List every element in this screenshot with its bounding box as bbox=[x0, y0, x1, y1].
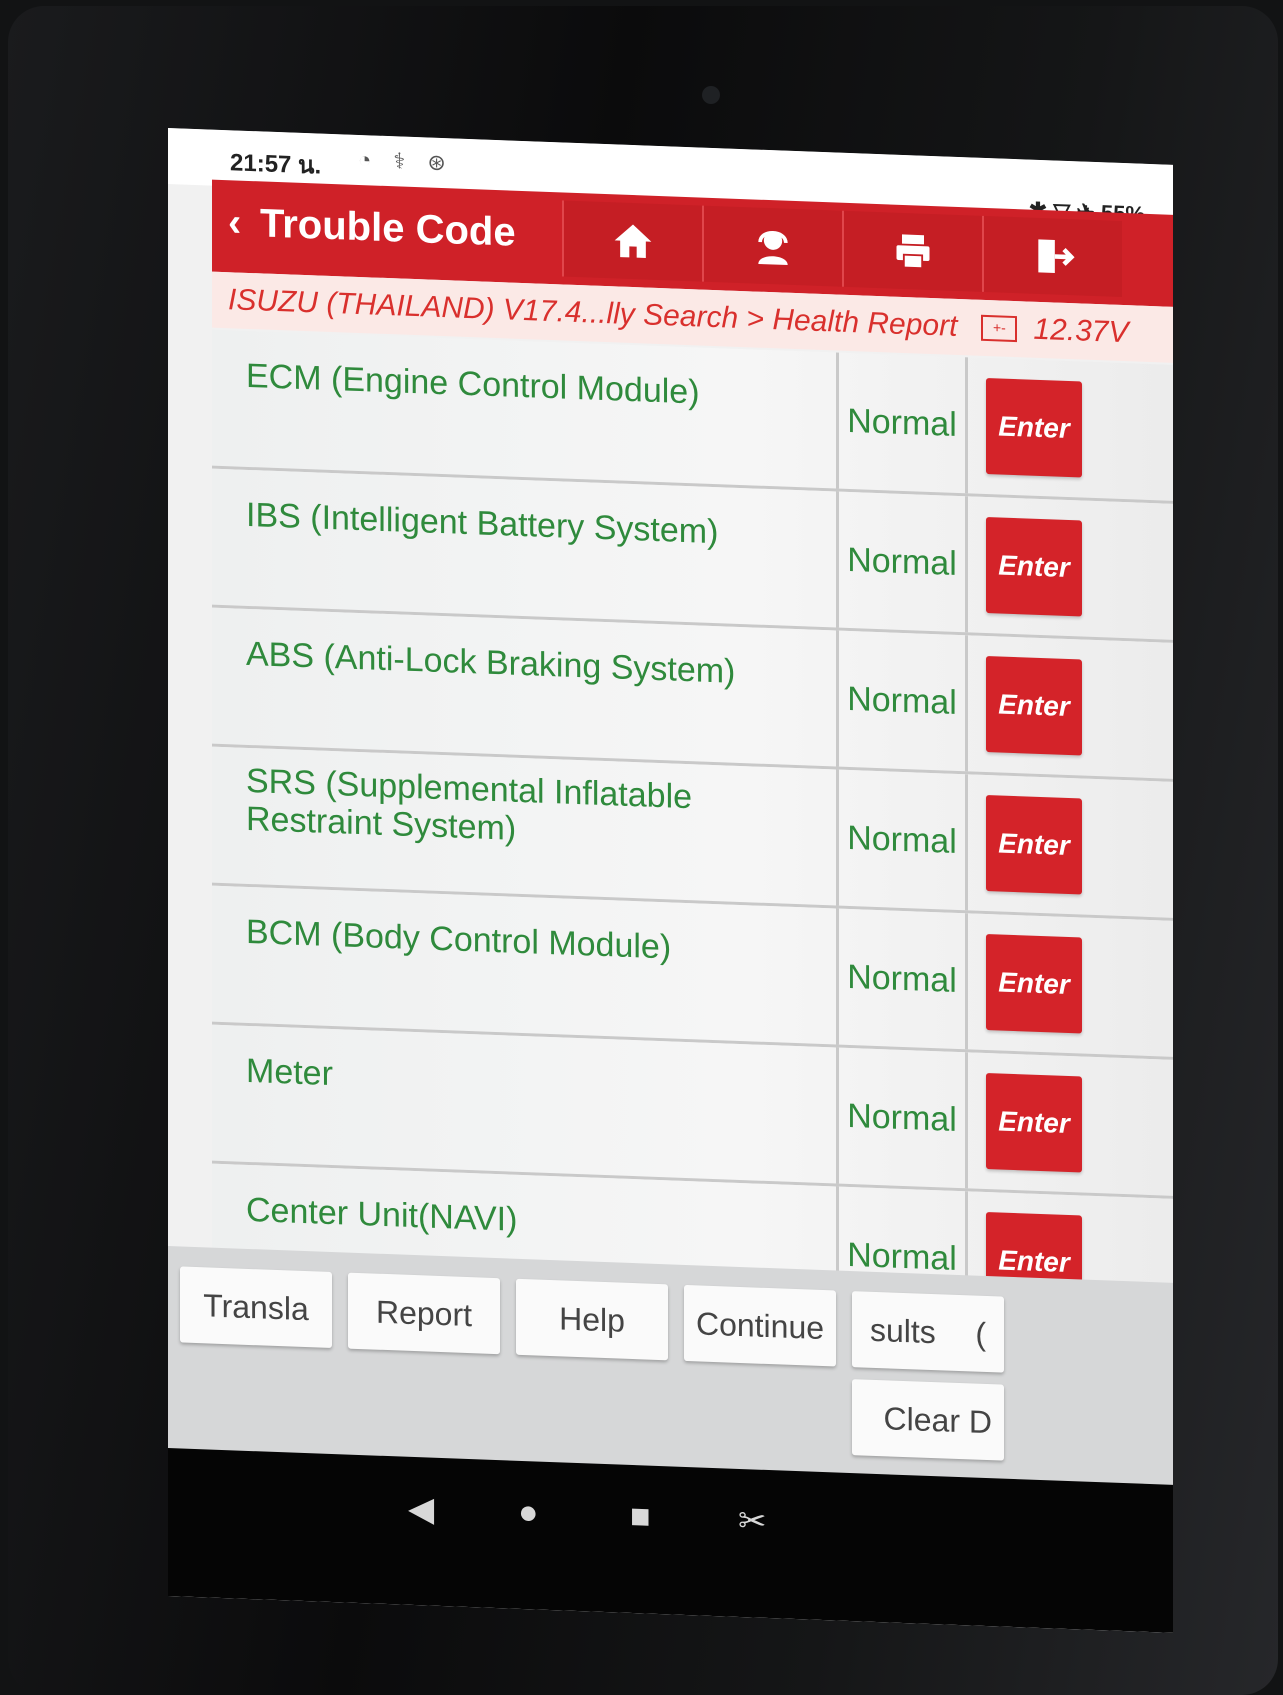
system-name: ECM (Engine Control Module) bbox=[246, 356, 700, 412]
printer-icon bbox=[896, 234, 930, 270]
nav-back-icon[interactable]: ◀ bbox=[408, 1489, 434, 1530]
translate-button[interactable]: Transla bbox=[180, 1266, 332, 1349]
system-name: IBS (Intelligent Battery System) bbox=[246, 495, 719, 552]
enter-button[interactable]: Enter bbox=[986, 933, 1082, 1034]
home-icon bbox=[614, 224, 652, 259]
system-list: ECM (Engine Control Module) Normal Enter… bbox=[212, 329, 1173, 1381]
system-name: ABS (Anti-Lock Braking System) bbox=[246, 634, 736, 691]
report-button[interactable]: Report bbox=[348, 1272, 500, 1355]
enter-button[interactable]: Enter bbox=[986, 1072, 1082, 1173]
exit-button[interactable] bbox=[982, 215, 1122, 297]
nav-recents-icon[interactable]: ■ bbox=[630, 1497, 651, 1537]
nav-home-icon[interactable]: ● bbox=[518, 1493, 539, 1533]
screenshot-icon[interactable]: ✂ bbox=[738, 1501, 767, 1542]
front-camera bbox=[702, 86, 720, 104]
home-button[interactable] bbox=[562, 200, 702, 282]
help-button[interactable]: Help bbox=[516, 1278, 668, 1361]
enter-button[interactable]: Enter bbox=[986, 655, 1082, 756]
system-name: SRS (Supplemental Inflatable Restraint S… bbox=[246, 761, 693, 848]
system-name: Center Unit(NAVI) bbox=[246, 1190, 518, 1239]
system-status: Normal bbox=[836, 352, 968, 494]
continue-button[interactable]: Continue bbox=[684, 1284, 836, 1367]
back-chevron-icon[interactable]: ‹ bbox=[228, 200, 241, 245]
system-status: Normal bbox=[836, 630, 968, 772]
enter-button[interactable]: Enter bbox=[986, 794, 1082, 895]
results-label: sults bbox=[870, 1311, 936, 1350]
clear-dtc-button[interactable]: Clear D bbox=[852, 1379, 1004, 1461]
system-status: Normal bbox=[836, 491, 968, 633]
support-button[interactable] bbox=[702, 205, 842, 287]
results-button[interactable]: sults ( bbox=[852, 1291, 1004, 1373]
page-title: Trouble Code bbox=[260, 201, 516, 255]
system-name: BCM (Body Control Module) bbox=[246, 912, 672, 967]
system-status: Normal bbox=[836, 1047, 968, 1189]
system-status: Normal bbox=[836, 908, 968, 1050]
status-time: 21:57 น. bbox=[230, 149, 322, 180]
system-status: Normal bbox=[836, 769, 968, 911]
enter-button[interactable]: Enter bbox=[986, 516, 1082, 617]
battery-voltage: 12.37V bbox=[1033, 312, 1129, 350]
device-screen: 21:57 น. ◔ ⚕ ⊛ ✱ ▽ ✈ 55% ‹ Trouble Code … bbox=[168, 128, 1173, 1633]
support-icon bbox=[758, 231, 788, 266]
notification-icons: ◔ ⚕ ⊛ bbox=[358, 146, 454, 176]
print-button[interactable] bbox=[842, 210, 982, 292]
exit-icon bbox=[1038, 239, 1075, 274]
vehicle-battery-icon: +- bbox=[981, 314, 1018, 343]
results-label-tail: ( bbox=[975, 1315, 986, 1352]
system-name: Meter bbox=[246, 1051, 333, 1094]
enter-button[interactable]: Enter bbox=[986, 377, 1082, 478]
